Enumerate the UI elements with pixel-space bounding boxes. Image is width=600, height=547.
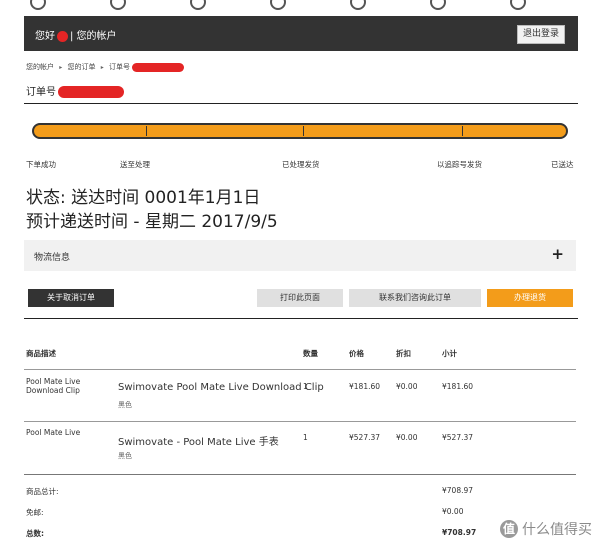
step-processing: 送至处理 — [120, 160, 150, 169]
return-button[interactable]: 办理退货 — [487, 289, 573, 307]
step-delivered: 已送达 — [551, 160, 574, 169]
plus-icon[interactable]: + — [551, 245, 564, 263]
row-divider — [24, 369, 576, 370]
grand-total-value: ¥708.97 — [442, 528, 477, 537]
col-header-qty: 数量 — [303, 349, 318, 358]
breadcrumb-order-number: 订单号 — [108, 63, 130, 71]
item-sku: Pool Mate Live Download Clip — [26, 377, 81, 395]
item-name[interactable]: Swimovate - Pool Mate Live 手表 — [118, 433, 279, 448]
progress-steps: 下单成功 送至处理 已处理发货 以追踪号发货 已送达 — [24, 159, 578, 171]
item-qty: 1 — [303, 433, 308, 442]
breadcrumb-separator-icon: ▸ — [100, 64, 104, 71]
greeting-prefix: 您好 — [35, 31, 55, 42]
divider — [24, 318, 578, 319]
item-subtotal: ¥527.37 — [442, 433, 474, 442]
redacted-order-number — [58, 86, 124, 98]
step-shipped: 已处理发货 — [282, 160, 320, 169]
col-header-subtotal: 小计 — [442, 349, 457, 358]
logistics-label: 物流信息 — [34, 253, 71, 263]
col-header-price: 价格 — [349, 349, 364, 358]
grand-total-label: 总数: — [26, 529, 44, 538]
cancel-order-button[interactable]: 关于取消订单 — [28, 289, 114, 307]
col-header-desc: 商品描述 — [26, 349, 56, 358]
greeting: 您好 | 您的帐户 — [35, 27, 117, 42]
logistics-panel[interactable]: 物流信息 + — [24, 240, 576, 271]
shipping-label: 免邮: — [26, 508, 44, 517]
item-qty: 1 — [303, 382, 308, 391]
item-discount: ¥0.00 — [396, 382, 418, 391]
page-title: 订单号 — [26, 83, 124, 98]
watermark: 值 什么值得买 — [500, 519, 592, 539]
print-page-button[interactable]: 打印此页面 — [257, 289, 343, 307]
step-order-placed: 下单成功 — [26, 160, 56, 169]
order-progress-bar — [32, 123, 568, 139]
delivery-status: 状态: 送达时间 0001年1月1日 — [26, 188, 261, 208]
divider — [24, 103, 578, 104]
row-divider — [24, 421, 576, 422]
progress-step-marker — [462, 126, 463, 136]
row-divider — [24, 474, 576, 475]
watermark-logo-icon: 值 — [500, 520, 518, 538]
item-name[interactable]: Swimovate Pool Mate Live Download Clip — [118, 382, 324, 393]
redacted-order-number — [131, 62, 184, 72]
item-subtotal: ¥181.60 — [442, 382, 474, 391]
redacted-username — [57, 30, 68, 42]
progress-step-marker — [303, 126, 304, 136]
step-tracking: 以追踪号发货 — [437, 160, 482, 169]
contact-us-button[interactable]: 联系我们咨询此订单 — [349, 289, 481, 307]
item-sku: Pool Mate Live — [26, 428, 81, 437]
breadcrumb-account[interactable]: 您的帐户 — [26, 63, 54, 71]
item-color: 黑色 — [118, 401, 132, 409]
items-total-value: ¥708.97 — [442, 486, 474, 495]
item-discount: ¥0.00 — [396, 433, 418, 442]
order-number-label: 订单号 — [26, 87, 56, 98]
col-header-discount: 折扣 — [396, 349, 411, 358]
item-price: ¥181.60 — [349, 382, 381, 391]
logout-button[interactable]: 退出登录 — [516, 25, 565, 44]
items-total-label: 商品总计: — [26, 487, 59, 496]
progress-step-marker — [146, 126, 147, 136]
item-color: 黑色 — [118, 452, 132, 460]
breadcrumb-separator-icon: ▸ — [59, 64, 63, 71]
item-price: ¥527.37 — [349, 433, 381, 442]
breadcrumb: 您的帐户 ▸ 您的订单 ▸ 订单号 — [26, 62, 184, 72]
account-header: 您好 | 您的帐户 退出登录 — [24, 16, 578, 51]
shipping-value: ¥0.00 — [442, 507, 464, 516]
estimated-delivery: 预计递送时间 - 星期二 2017/9/5 — [26, 212, 278, 232]
order-page: 您好 | 您的帐户 退出登录 您的帐户 ▸ 您的订单 ▸ 订单号 订单号 下单成功… — [24, 0, 578, 547]
watermark-text: 什么值得买 — [522, 522, 592, 538]
breadcrumb-orders[interactable]: 您的订单 — [67, 63, 95, 71]
account-link[interactable]: | 您的帐户 — [70, 31, 117, 42]
